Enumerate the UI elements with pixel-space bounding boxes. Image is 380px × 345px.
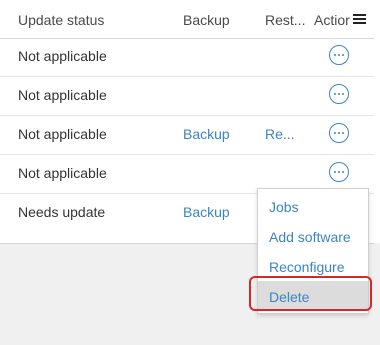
menu-item-label: Add software bbox=[269, 229, 351, 245]
table-row: Not applicable Backup Re... bbox=[0, 116, 374, 155]
menu-item-label: Reconfigure bbox=[269, 259, 345, 275]
more-horizontal-icon[interactable] bbox=[329, 123, 349, 143]
backup-link[interactable]: Backup bbox=[183, 204, 230, 220]
menu-item-label: Jobs bbox=[269, 199, 299, 215]
menu-item-add-software[interactable]: Add software bbox=[258, 221, 368, 251]
more-horizontal-icon[interactable] bbox=[329, 45, 349, 65]
table-header: Update status Backup Rest... Actior bbox=[0, 0, 374, 39]
menu-item-jobs[interactable]: Jobs bbox=[258, 191, 368, 221]
restore-link[interactable]: Re... bbox=[265, 126, 295, 142]
column-header-actions[interactable]: Actior bbox=[314, 12, 353, 28]
column-header-backup[interactable]: Backup bbox=[183, 12, 230, 28]
delete-highlight-box bbox=[249, 276, 372, 311]
column-header-restore[interactable]: Rest... bbox=[265, 12, 305, 28]
update-status-cell: Not applicable bbox=[18, 87, 107, 103]
update-status-cell: Not applicable bbox=[18, 48, 107, 64]
scrollbar[interactable] bbox=[374, 0, 380, 243]
column-header-update-status[interactable]: Update status bbox=[18, 12, 104, 28]
update-status-cell: Not applicable bbox=[18, 126, 107, 142]
table-row: Not applicable bbox=[0, 77, 374, 116]
update-status-cell: Not applicable bbox=[18, 165, 107, 181]
hamburger-menu-icon[interactable] bbox=[353, 14, 366, 24]
table-row: Not applicable bbox=[0, 38, 374, 77]
more-horizontal-icon[interactable] bbox=[329, 162, 349, 182]
backup-link[interactable]: Backup bbox=[183, 126, 230, 142]
more-horizontal-icon[interactable] bbox=[329, 84, 349, 104]
update-status-cell: Needs update bbox=[18, 204, 106, 220]
